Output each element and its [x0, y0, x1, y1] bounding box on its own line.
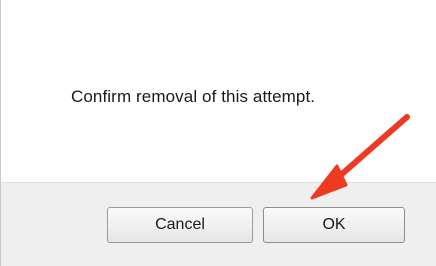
- confirm-dialog: Confirm removal of this attempt. Cancel …: [0, 0, 436, 266]
- dialog-footer: Cancel OK: [0, 182, 436, 266]
- cancel-button[interactable]: Cancel: [107, 207, 253, 243]
- dialog-body: Confirm removal of this attempt.: [0, 0, 436, 182]
- confirm-message: Confirm removal of this attempt.: [71, 87, 316, 106]
- ok-button[interactable]: OK: [263, 207, 405, 243]
